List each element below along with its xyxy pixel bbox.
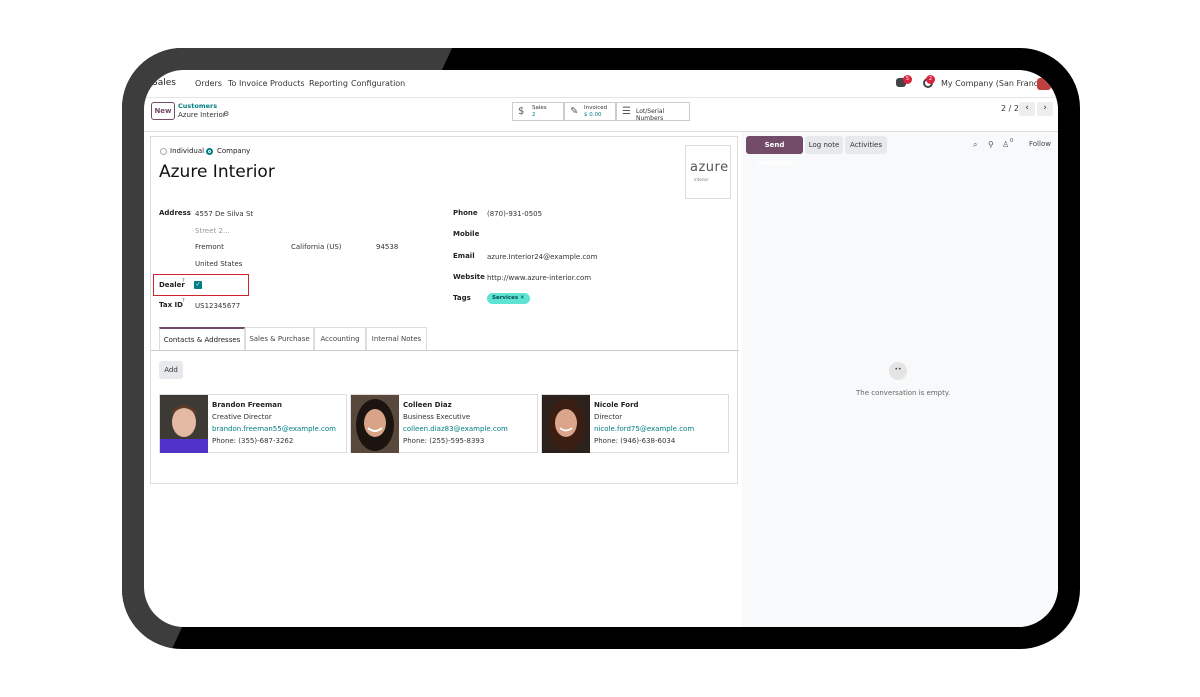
tab-contacts[interactable]: Contacts & Addresses [159,327,245,350]
street2-field[interactable]: Street 2... [195,227,230,235]
tag-label: Services [492,295,519,301]
city-field[interactable]: Fremont [195,243,224,251]
menu-to-invoice[interactable]: To Invoice [228,79,268,88]
contact-phone: Phone: (946)-638-6034 [594,437,676,445]
control-panel: New Customers Azure Interior ⚙ $ Sales 2… [144,98,1058,132]
radio-company[interactable] [206,148,213,155]
logo-subtext: interior [694,177,709,182]
top-navbar: Sales Orders To Invoice Products Reporti… [144,70,1058,98]
company-logo[interactable]: azure interior [685,145,731,199]
menu-reporting[interactable]: Reporting [309,79,348,88]
state-field[interactable]: California (US) [291,243,342,251]
phone-field[interactable]: (870)-931-0505 [487,210,542,218]
contact-name: Nicole Ford [594,401,639,409]
tag-services[interactable]: Services ✕ [487,293,530,304]
avatar[interactable] [1037,78,1051,90]
email-field[interactable]: azure.Interior24@example.com [487,253,597,261]
email-label: Email [453,252,475,260]
menu-orders[interactable]: Orders [195,79,222,88]
logo-text: azure [690,160,729,175]
pager-prev-button[interactable]: ‹ [1019,102,1035,116]
sales-value: 2 [532,112,536,118]
app-name[interactable]: Sales [152,78,176,88]
partner-name[interactable]: Azure Interior [159,162,275,182]
form-sheet: Individual Company Azure Interior azure … [150,136,739,484]
sales-smart-button[interactable]: $ Sales 2 [512,102,564,121]
tab-sales-purchase[interactable]: Sales & Purchase [245,327,314,350]
contact-role: Director [594,413,623,421]
contact-phone: Phone: (355)-687-3262 [212,437,294,445]
website-field[interactable]: http://www.azure-interior.com [487,274,591,282]
contact-card[interactable]: Colleen Diaz Business Executive colleen.… [350,394,538,453]
help-icon[interactable]: ? [182,298,185,304]
invoiced-label: Invoiced [584,105,608,111]
lots-label: Lot/Serial Numbers [636,108,665,122]
radio-individual-label[interactable]: Individual [170,147,204,155]
contact-photo [351,395,399,453]
contact-photo [160,395,208,453]
sales-label: Sales [532,105,547,111]
breadcrumb-current: Azure Interior [178,111,226,119]
contact-role: Creative Director [212,413,272,421]
gear-icon[interactable]: ⚙ [223,110,229,118]
pager-value[interactable]: 2 / 2 [1001,104,1019,113]
tab-accounting[interactable]: Accounting [314,327,366,350]
invoiced-smart-button[interactable]: ✎ Invoiced $ 0.00 [564,102,616,121]
tab-internal-notes[interactable]: Internal Notes [366,327,427,350]
list-icon: ☰ [622,106,631,117]
empty-conversation-text: The conversation is empty. [856,389,951,397]
contact-email[interactable]: nicole.ford75@example.com [594,425,694,433]
send-message-button[interactable]: Send message [746,136,803,167]
contact-card[interactable]: Brandon Freeman Creative Director brando… [159,394,347,453]
log-note-button[interactable]: Log note [805,136,843,154]
add-contact-button[interactable]: Add [159,361,183,379]
screen: Sales Orders To Invoice Products Reporti… [144,70,1058,627]
new-button[interactable]: New [151,102,175,120]
paperclip-icon[interactable]: ⚲ [988,140,994,149]
breadcrumb-parent[interactable]: Customers [178,102,217,110]
pager-next-button[interactable]: › [1037,102,1053,116]
contact-name: Colleen Diaz [403,401,452,409]
tags-label: Tags [453,294,471,302]
followers-icon[interactable]: ♙ [1002,140,1009,149]
invoiced-value: $ 0.00 [584,112,602,118]
contact-role: Business Executive [403,413,471,421]
contact-photo [542,395,590,453]
street-field[interactable]: 4557 De Silva St [195,210,253,218]
radio-individual[interactable] [160,148,167,155]
website-label: Website [453,273,485,281]
dealer-label: Dealer [159,281,185,289]
menu-configuration[interactable]: Configuration [351,79,405,88]
activities-button[interactable]: Activities [845,136,887,154]
activity-badge: 2 [926,75,935,84]
menu-products[interactable]: Products [270,79,305,88]
chatter-panel: Send message Log note Activities ⌕ ⚲ ♙ 0… [742,132,1058,627]
mobile-label: Mobile [453,230,480,238]
chat-badge: 5 [903,75,912,84]
edit-icon: ✎ [570,106,579,117]
phone-label: Phone [453,209,478,217]
help-icon[interactable]: ? [182,278,185,284]
dollar-icon: $ [518,106,525,117]
lots-smart-button[interactable]: ☰ Lot/Serial Numbers [616,102,690,122]
zip-field[interactable]: 94538 [376,243,398,251]
empty-face-icon: •• [889,362,907,380]
radio-company-label[interactable]: Company [217,147,250,155]
contact-email[interactable]: colleen.diaz83@example.com [403,425,508,433]
contact-name: Brandon Freeman [212,401,283,409]
search-icon[interactable]: ⌕ [973,140,977,150]
contact-phone: Phone: (255)-595-8393 [403,437,485,445]
follow-button[interactable]: Follow [1029,140,1051,148]
tax-id-label: Tax ID [159,301,183,309]
notebook-tabs: Contacts & Addresses Sales & Purchase Ac… [151,327,739,351]
dealer-checkbox[interactable]: ✓ [194,281,202,289]
contact-card[interactable]: Nicole Ford Director nicole.ford75@examp… [541,394,729,453]
contact-email[interactable]: brandon.freeman55@example.com [212,425,336,433]
followers-count: 0 [1010,138,1014,144]
country-field[interactable]: United States [195,260,242,268]
tax-id-field[interactable]: US12345677 [195,302,240,310]
address-label: Address [159,209,191,217]
